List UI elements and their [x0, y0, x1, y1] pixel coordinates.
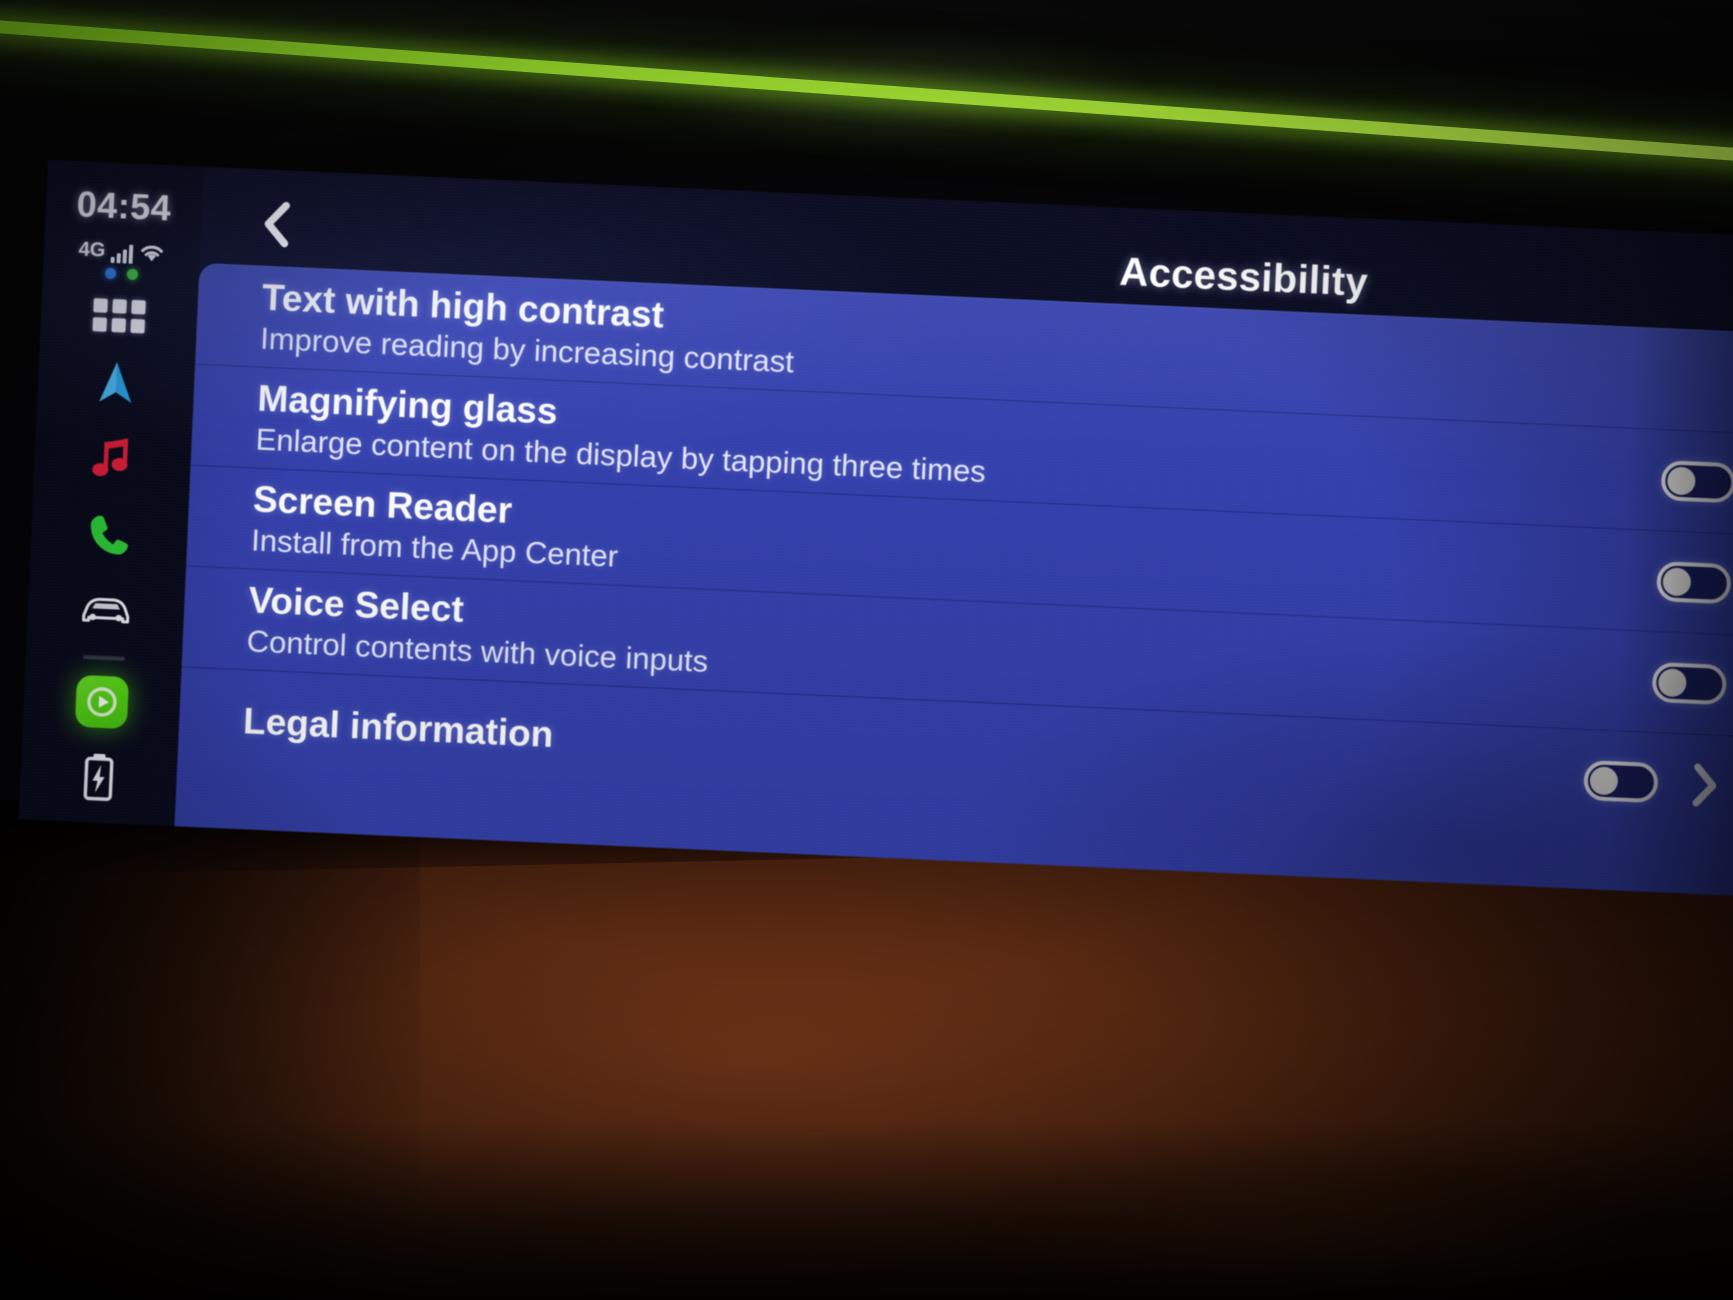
- status-clock: 04:54: [75, 183, 173, 229]
- car-icon[interactable]: [77, 585, 135, 637]
- photo-scene: 04:54 4G Accessibility Text with high co…: [0, 0, 1733, 1300]
- toggle-knob: [1662, 566, 1692, 596]
- wifi-icon: [139, 242, 166, 264]
- row-text: Voice Select Control contents with voice…: [246, 579, 711, 678]
- row-controls: [1651, 661, 1728, 705]
- legal-information-toggle[interactable]: [1583, 759, 1659, 803]
- toggle-knob: [1657, 667, 1687, 697]
- apps-grid-icon[interactable]: [92, 298, 146, 334]
- location-indicator-dot: [126, 268, 138, 281]
- voice-select-toggle[interactable]: [1651, 661, 1728, 705]
- dashboard-lower-shadow: [0, 1120, 1733, 1300]
- row-text: Legal information: [242, 700, 555, 756]
- row-text: Magnifying glass Enlarge content on the …: [255, 378, 988, 489]
- settings-list: Text with high contrast Improve reading …: [174, 262, 1733, 897]
- row-text: Text with high contrast Improve reading …: [260, 277, 797, 380]
- network-type-label: 4G: [78, 238, 106, 262]
- rail-divider: [82, 655, 125, 661]
- toggle-knob: [1666, 465, 1696, 496]
- sidebar-rail: 04:54 4G: [18, 160, 204, 827]
- list-item-title: Legal information: [242, 700, 555, 756]
- settings-panel: Accessibility Text with high contrast Im…: [174, 166, 1733, 897]
- bluetooth-indicator-dot: [104, 267, 116, 280]
- magnifying-glass-toggle[interactable]: [1660, 459, 1733, 503]
- status-indicators: 4G: [78, 231, 166, 265]
- toggle-knob: [1589, 765, 1619, 795]
- list-item-subtitle: Install from the App Center: [250, 522, 619, 574]
- phone-icon[interactable]: [80, 509, 138, 561]
- battery-charging-icon: [75, 749, 121, 807]
- navigation-icon[interactable]: [87, 357, 145, 409]
- connection-indicator-dots: [104, 267, 138, 281]
- music-icon[interactable]: [84, 433, 142, 485]
- row-controls: [1660, 459, 1733, 503]
- media-player-app-icon[interactable]: [74, 674, 130, 730]
- screen-reader-toggle[interactable]: [1655, 560, 1732, 604]
- infotainment-display: 04:54 4G Accessibility Text with high co…: [18, 160, 1733, 897]
- signal-bars-icon: [110, 243, 134, 264]
- row-controls: [1583, 756, 1723, 808]
- chevron-right-icon[interactable]: [1687, 761, 1723, 808]
- row-text: Screen Reader Install from the App Cente…: [250, 478, 621, 574]
- row-controls: [1655, 560, 1732, 604]
